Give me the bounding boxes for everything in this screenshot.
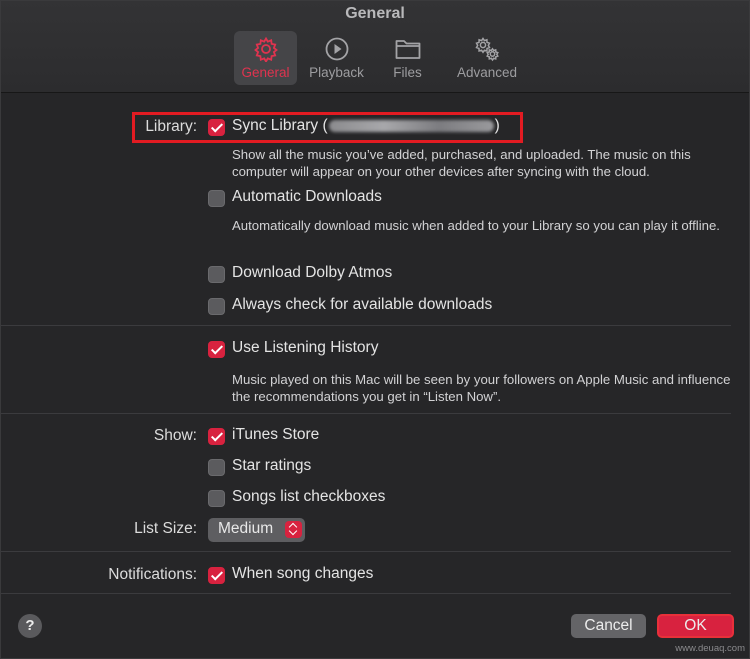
play-circle-icon (325, 37, 348, 61)
dolby-atmos-label: Download Dolby Atmos (232, 264, 393, 281)
itunes-store-checkbox[interactable] (208, 428, 225, 445)
folder-icon (395, 40, 420, 59)
list-size-label: List Size: (134, 520, 197, 537)
tab-advanced[interactable]: Advanced (447, 31, 527, 85)
automatic-downloads-label: Automatic Downloads (232, 188, 382, 205)
preferences-window: General General Playback Files Advanced … (0, 0, 750, 659)
sync-library-option: Sync Library () (232, 117, 500, 135)
toolbar-tabs: General Playback Files Advanced (234, 31, 535, 85)
notifications-row: Notifications: When song changes (1, 564, 749, 588)
star-ratings-row: Star ratings (1, 456, 749, 480)
always-check-checkbox[interactable] (208, 298, 225, 315)
tab-advanced-label: Advanced (456, 65, 518, 80)
ok-button[interactable]: OK (657, 614, 734, 638)
tab-files-label: Files (393, 65, 422, 80)
show-label: Show: (153, 427, 197, 444)
songs-checkboxes-row: Songs list checkboxes (1, 487, 749, 511)
listening-history-description: Music played on this Mac will be seen by… (232, 372, 731, 404)
tab-general[interactable]: General (234, 31, 297, 85)
sync-library-checkbox[interactable] (208, 119, 225, 136)
song-changes-checkbox[interactable] (208, 567, 225, 584)
song-changes-label: When song changes (232, 565, 374, 582)
notifications-label: Notifications: (108, 566, 197, 583)
auto-downloads-row: Automatic Downloads (1, 187, 749, 211)
listening-history-checkbox[interactable] (208, 341, 225, 358)
listening-history-row: Use Listening History (1, 338, 749, 362)
library-label: Library: (145, 118, 197, 135)
redacted-account (328, 119, 494, 132)
always-check-row: Always check for available downloads (1, 295, 749, 319)
sync-library-label-suffix: ) (494, 117, 500, 134)
tab-files[interactable]: Files (376, 31, 439, 85)
songs-list-label: Songs list checkboxes (232, 488, 386, 505)
list-size-row: List Size: (1, 518, 749, 542)
titlebar: General General Playback Files Advanced (1, 1, 749, 93)
sync-library-description: Show all the music you’ve added, purchas… (232, 147, 691, 179)
tab-general-label: General (241, 65, 290, 80)
gear-icon (253, 36, 278, 62)
tab-playback[interactable]: Playback (305, 31, 368, 85)
help-button[interactable]: ? (18, 614, 42, 638)
star-ratings-label: Star ratings (232, 457, 312, 474)
watermark: www.deuaq.com (675, 643, 745, 654)
dolby-row: Download Dolby Atmos (1, 263, 749, 287)
songs-list-checkbox[interactable] (208, 490, 225, 507)
sync-library-label-prefix: Sync Library ( (232, 117, 328, 134)
always-check-label: Always check for available downloads (232, 296, 493, 313)
list-size-value: Medium (218, 520, 274, 537)
window-title: General (345, 5, 405, 22)
star-ratings-checkbox[interactable] (208, 459, 225, 476)
library-sync-row: Library: Sync Library () (1, 116, 749, 140)
itunes-store-label: iTunes Store (232, 426, 320, 443)
tab-playback-label: Playback (309, 65, 364, 80)
automatic-downloads-description: Automatically download music when added … (232, 218, 720, 233)
automatic-downloads-checkbox[interactable] (208, 190, 225, 207)
divider (1, 593, 731, 594)
cancel-button[interactable]: Cancel (571, 614, 646, 638)
divider (1, 413, 731, 414)
chevron-up-down-icon (285, 521, 302, 538)
dolby-atmos-checkbox[interactable] (208, 266, 225, 283)
divider (1, 325, 731, 326)
list-size-popup[interactable]: Medium (208, 518, 305, 542)
gears-icon (475, 37, 499, 62)
itunes-store-row: Show: iTunes Store (1, 425, 749, 449)
listening-history-label: Use Listening History (232, 339, 379, 356)
divider (1, 551, 731, 552)
